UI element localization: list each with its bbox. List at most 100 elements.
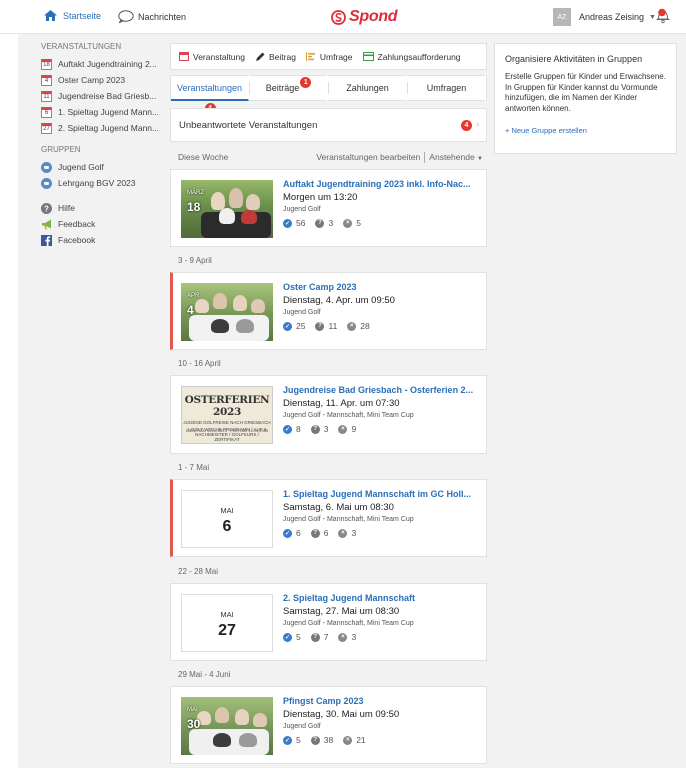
calendar-icon: 6 [41,106,52,118]
create-survey-button[interactable]: Umfrage [305,52,353,62]
tab-posts[interactable]: Beiträge1 [250,75,328,101]
sidebar-facebook-label: Facebook [58,235,96,245]
event-group: Jugend Golf - Mannschaft, Mini Team Cup [283,516,414,523]
week-label: 10 - 16 April [178,359,221,368]
create-event-button[interactable]: Veranstaltung [179,52,245,62]
sidebar-facebook-link[interactable]: Facebook [41,232,165,248]
filter-dropdown[interactable]: Anstehende ▼ [429,152,483,162]
date-box-month: MAI [220,610,234,619]
sidebar-event-item[interactable]: 6 1. Spieltag Jugend Mann... [41,104,165,120]
calendar-icon: 27 [41,122,52,134]
question-icon: ? [310,528,320,538]
event-title[interactable]: Auftakt Jugendtraining 2023 inkl. Info-N… [283,179,478,189]
x-icon: × [338,528,348,538]
thumb-month: MÄRZ [187,190,204,196]
event-thumbnail: MÄRZ 18 [181,180,273,238]
event-card[interactable]: APR 4 Oster Camp 2023 Dienstag, 4. Apr. … [170,272,487,350]
unanswered-value: 11 [328,321,338,331]
event-card[interactable]: MAI 30 Pfingst Camp 2023 Dienstag, 30. M… [170,686,487,764]
sidebar-event-item[interactable]: 11 Jugendreise Bad Griesb... [41,88,165,104]
event-card[interactable]: OSTERFERIEN 2023 JUGEND GOLFREISE NACH G… [170,375,487,454]
tab-events[interactable]: Veranstaltungen4 [171,75,249,114]
user-menu[interactable]: AZ Andreas Zeising ▼ [553,8,656,26]
week-label: 22 - 28 Mai [178,567,219,576]
sidebar-event-item[interactable]: 4 Oster Camp 2023 [41,72,165,88]
spond-logo[interactable]: Spond [331,8,398,26]
calendar-icon: 11 [41,90,52,102]
create-post-label: Beitrag [268,51,296,62]
event-date-box: MAI 6 [181,490,273,548]
bell-icon [656,8,670,24]
new-group-link[interactable]: + Neue Gruppe erstellen [505,126,666,135]
create-payment-button[interactable]: Zahlungsaufforderung [362,52,461,62]
response-counts: ✓ 56 ? 3 × 5 [283,218,371,228]
edit-events-link[interactable]: Veranstaltungen bearbeiten [316,152,420,162]
x-icon: × [347,321,357,331]
sidebar-help-link[interactable]: ? Hilfe [41,200,165,216]
question-icon: ? [310,735,320,745]
events-heading: VERANSTALTUNGEN [41,42,122,51]
nav-messages-label: Nachrichten [138,11,187,22]
response-counts: ✓ 5 ? 38 × 21 [283,735,376,745]
event-card[interactable]: MAI 27 2. Spieltag Jugend Mannschaft Sam… [170,583,487,661]
week-label: 29 Mai - 4 Juni [178,670,231,679]
tab-surveys-label: Umfragen [426,83,467,93]
sidebar-help-label: Hilfe [58,203,76,213]
event-title[interactable]: Pfingst Camp 2023 [283,696,478,706]
check-icon: ✓ [283,528,292,538]
question-icon: ? [310,632,320,642]
event-group: Jugend Golf [283,206,321,213]
svg-text:?: ? [44,204,49,213]
event-group: Jugend Golf - Mannschaft, Mini Team Cup [283,412,414,419]
sidebar-event-item[interactable]: 18 Auftakt Jugendtraining 2... [41,56,165,72]
filter-label: Anstehende [429,152,475,162]
calendar-icon: 4 [41,74,52,86]
nav-messages-link[interactable]: Nachrichten [118,10,186,23]
nav-home-label: Startseite [63,10,102,21]
unanswered-count: ? 11 [315,321,337,331]
event-date: Dienstag, 4. Apr. um 09:50 [283,295,395,306]
tab-payments[interactable]: Zahlungen [329,75,407,101]
sidebar-event-label: 2. Spieltag Jugend Mann... [58,123,160,133]
sidebar-group-item[interactable]: Jugend Golf [41,159,165,175]
top-bar: Startseite Nachrichten Spond AZ Andreas … [0,0,686,34]
unanswered-events-row[interactable]: Unbeantwortete Veranstaltungen 4 › [170,108,487,142]
event-title[interactable]: Oster Camp 2023 [283,282,478,292]
event-title[interactable]: 2. Spieltag Jugend Mannschaft [283,593,478,603]
event-thumbnail: APR 4 [181,283,273,341]
check-icon: ✓ [283,321,292,331]
sidebar-event-item[interactable]: 27 2. Spieltag Jugend Mann... [41,120,165,136]
sidebar-group-item[interactable]: Lehrgang BGV 2023 [41,175,165,191]
response-counts: ✓ 6 ? 6 × 3 [283,528,366,538]
poster-footer: DIENSTAG 11.04.2023 FREITAG 14.04.2023 [185,428,269,433]
poster-footer-start: DIENSTAG 11.04.2023 [185,428,227,433]
declined-count: × 3 [338,528,356,538]
tab-events-label: Veranstaltungen [176,83,243,93]
sidebar-feedback-link[interactable]: Feedback [41,216,165,232]
accepted-value: 5 [296,735,301,745]
notifications-button[interactable] [654,7,672,27]
event-card[interactable]: MAI 6 1. Spieltag Jugend Mannschaft im G… [170,479,487,557]
sidebar-event-label: Auftakt Jugendtraining 2... [58,59,157,69]
unanswered-label: Unbeantwortete Veranstaltungen [179,119,318,131]
unanswered-value: 3 [328,218,334,228]
create-post-button[interactable]: Beitrag [255,52,296,62]
sidebar-feedback-label: Feedback [58,219,96,229]
event-title[interactable]: Jugendreise Bad Griesbach - Osterferien … [283,385,478,395]
declined-value: 5 [356,218,361,228]
credit-card-icon [362,52,374,61]
accepted-value: 5 [296,632,301,642]
date-box-day: 27 [218,622,236,639]
event-title[interactable]: 1. Spieltag Jugend Mannschaft im GC Holl… [283,489,478,499]
event-card[interactable]: MÄRZ 18 Auftakt Jugendtraining 2023 inkl… [170,169,487,247]
tab-surveys[interactable]: Umfragen [408,75,486,101]
declined-count: × 28 [347,321,370,331]
event-date: Samstag, 27. Mai um 08:30 [283,606,400,617]
unanswered-badge: 4 [461,120,472,131]
thumb-day: 18 [187,200,201,214]
create-toolbar: Veranstaltung Beitrag Umfrage Zahlungsau… [170,43,487,70]
unanswered-count: ? 3 [310,424,328,434]
group-icon [41,177,52,189]
nav-home-link[interactable]: Startseite [44,10,101,21]
divider [424,152,426,164]
